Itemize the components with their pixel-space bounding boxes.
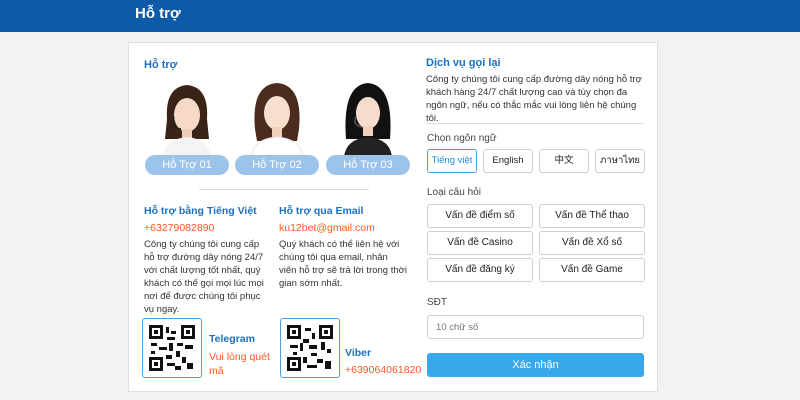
email-description: Quý khách có thể liên hệ với chúng tôi q…: [279, 239, 407, 289]
page-title: Hỗ trợ: [135, 5, 181, 22]
agent-photo: [250, 83, 304, 157]
support-heading: Hỗ trợ: [144, 59, 178, 71]
qr-code-icon: [149, 325, 195, 371]
viber-qr-code[interactable]: [280, 318, 340, 378]
agent-photo: [163, 85, 211, 157]
agent-label: Hỗ Trợ 03: [326, 155, 410, 175]
question-option-score[interactable]: Vấn đề điểm số: [427, 204, 533, 228]
agent-card-01[interactable]: Hỗ Trợ 01: [145, 79, 229, 175]
vietnamese-description: Công ty chúng tôi cung cấp hỗ trợ đường …: [144, 239, 264, 315]
question-option-lottery[interactable]: Vấn đề Xổ số: [539, 231, 645, 255]
agent-card-03[interactable]: Hỗ Trợ 03: [326, 79, 410, 175]
language-option-english[interactable]: English: [483, 149, 533, 173]
email-address[interactable]: ku12bet@gmail.com: [279, 222, 375, 234]
qr-code-icon: [287, 325, 333, 371]
email-support-heading: Hỗ trợ qua Email: [279, 205, 364, 217]
language-label: Chọn ngôn ngữ: [427, 133, 497, 144]
vietnamese-support-heading: Hỗ trợ bằng Tiếng Việt: [144, 205, 257, 217]
submit-button[interactable]: Xác nhận: [427, 353, 644, 377]
support-card: Hỗ trợ Hỗ Trợ 01 Hỗ Trợ 02 Hỗ Trợ 03 Hỗ …: [128, 42, 658, 392]
question-option-casino[interactable]: Vấn đề Casino: [427, 231, 533, 255]
question-option-registration[interactable]: Vấn đề đăng ký: [427, 258, 533, 282]
question-type-label: Loại câu hỏi: [427, 187, 481, 198]
agent-card-02[interactable]: Hỗ Trợ 02: [235, 79, 319, 175]
right-divider: [426, 123, 644, 124]
vietnamese-phone[interactable]: +63279082890: [144, 222, 214, 234]
callback-heading: Dịch vụ gọi lại: [426, 57, 501, 69]
telegram-subtitle: Vui lòng quét mã: [209, 351, 270, 377]
language-option-chinese[interactable]: 中文: [539, 149, 589, 173]
left-divider: [199, 189, 369, 190]
telegram-qr-code[interactable]: [142, 318, 202, 378]
viber-title: Viber: [345, 347, 372, 359]
language-option-thai[interactable]: ภาษาไทย: [595, 149, 645, 173]
agent-label: Hỗ Trợ 01: [145, 155, 229, 175]
question-option-sports[interactable]: Vấn đề Thể thao: [539, 204, 645, 228]
callback-description: Công ty chúng tôi cung cấp đường dây nón…: [426, 74, 642, 124]
top-header-bar: Hỗ trợ: [0, 0, 800, 32]
viber-subtitle: +639064061820: [345, 364, 422, 376]
telegram-title: Telegram: [209, 333, 255, 345]
phone-label: SĐT: [427, 297, 447, 308]
question-option-game[interactable]: Vấn đề Game: [539, 258, 645, 282]
phone-input[interactable]: [427, 315, 644, 339]
agent-photo: [344, 83, 392, 157]
language-option-vietnamese[interactable]: Tiếng việt: [427, 149, 477, 173]
agent-label: Hỗ Trợ 02: [235, 155, 319, 175]
